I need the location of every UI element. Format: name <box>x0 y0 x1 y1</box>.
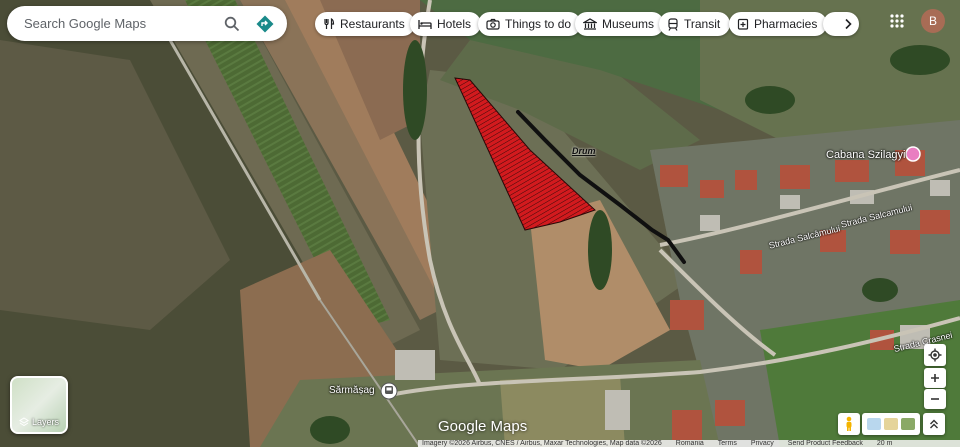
transit-station-icon[interactable] <box>380 382 398 400</box>
my-location-icon <box>928 348 942 362</box>
chip-label: Hotels <box>437 17 472 31</box>
layers-icon <box>19 417 29 427</box>
chips-next-button[interactable] <box>823 12 859 36</box>
pegman-icon <box>846 416 852 431</box>
chip-things-to-do[interactable]: Things to do <box>478 12 582 36</box>
layers-label: Layers <box>31 417 59 427</box>
apps-icon[interactable] <box>886 10 908 32</box>
scale-label[interactable]: 20 m <box>877 440 893 447</box>
map-label-cabana[interactable]: Cabana Szilagyi <box>826 149 906 161</box>
pegman-button[interactable] <box>838 413 860 435</box>
chip-label: Restaurants <box>340 17 405 31</box>
chip-label: Museums <box>602 17 655 31</box>
chip-pharmacies[interactable]: Pharmacies <box>729 12 828 36</box>
search-icon[interactable] <box>221 13 243 35</box>
chip-label: Pharmacies <box>754 17 818 31</box>
map-type-thumbnails[interactable] <box>862 413 920 435</box>
search-box[interactable]: Search Google Maps <box>7 6 287 41</box>
my-location-button[interactable] <box>924 344 946 366</box>
layers-label-row: Layers <box>12 417 66 427</box>
chip-hotels[interactable]: Hotels <box>410 12 482 36</box>
attribution-bar: Imagery ©2026 Airbus, CNES / Airbus, Max… <box>418 440 960 447</box>
expand-button[interactable] <box>923 413 945 435</box>
fork-knife-icon <box>324 18 335 29</box>
zoom-out-button[interactable] <box>924 389 946 409</box>
train-icon <box>668 17 678 31</box>
link-feedback[interactable]: Send Product Feedback <box>788 440 863 447</box>
chip-label: Transit <box>684 17 721 31</box>
map-label-drum: Drum <box>572 146 596 156</box>
chip-restaurants[interactable]: Restaurants <box>315 12 415 36</box>
map-thumb-default[interactable] <box>866 418 881 430</box>
minus-icon <box>931 398 939 400</box>
link-privacy[interactable]: Privacy <box>751 440 774 447</box>
link-terms[interactable]: Terms <box>718 440 737 447</box>
account-avatar[interactable]: B <box>921 9 945 33</box>
link-country[interactable]: Romania <box>676 440 704 447</box>
directions-icon[interactable] <box>253 12 277 36</box>
chip-transit[interactable]: Transit <box>659 12 731 36</box>
map-thumb-satellite[interactable] <box>901 418 916 430</box>
google-maps-logo: Google Maps <box>438 418 528 435</box>
imagery-credit: Imagery ©2026 Airbus, CNES / Airbus, Max… <box>422 440 662 447</box>
search-input[interactable]: Search Google Maps <box>24 16 221 31</box>
museum-icon <box>583 18 597 30</box>
chip-label: Things to do <box>505 17 572 31</box>
chip-museums[interactable]: Museums <box>575 12 665 36</box>
pharmacy-icon <box>737 18 749 30</box>
place-pin[interactable] <box>905 146 921 162</box>
plus-icon <box>931 374 939 382</box>
chevron-up-double-icon <box>930 419 938 429</box>
bed-icon <box>418 20 432 29</box>
map-thumb-terrain[interactable] <box>883 418 898 430</box>
zoom-in-button[interactable] <box>924 368 946 388</box>
layers-button[interactable]: Layers <box>10 376 68 434</box>
chevron-right-icon <box>845 18 852 30</box>
map-label-sarmasag[interactable]: Sărmășag <box>329 385 375 396</box>
camera-icon <box>486 18 500 30</box>
satellite-map[interactable] <box>0 0 960 447</box>
